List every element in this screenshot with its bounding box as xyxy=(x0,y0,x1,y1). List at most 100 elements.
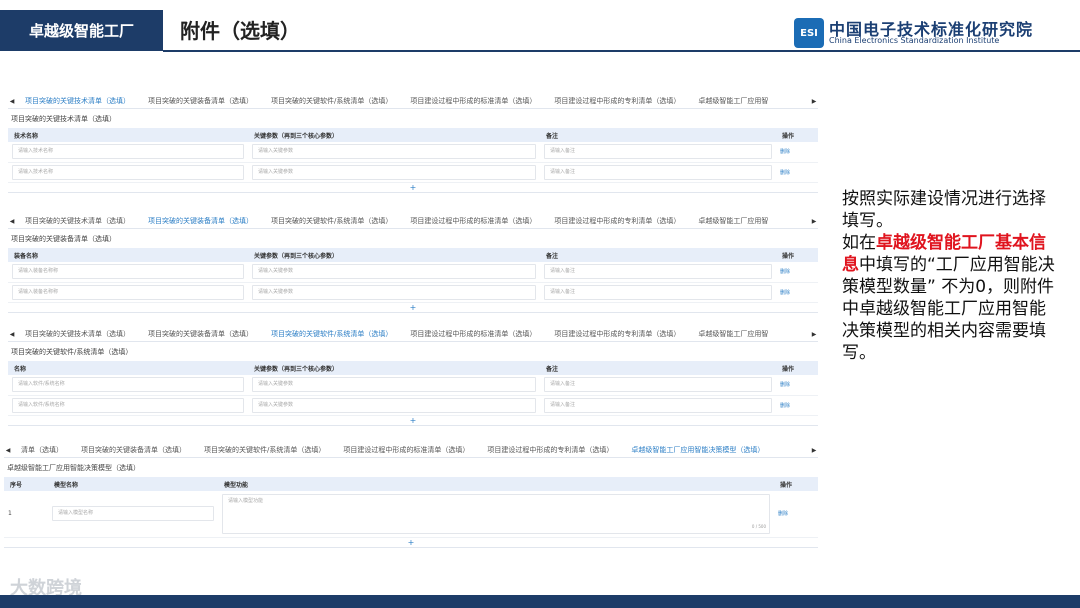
col-header: 技术名称 xyxy=(8,128,248,142)
note-part2: 如在 xyxy=(842,233,876,253)
add-row-button[interactable]: + xyxy=(8,416,818,426)
col-header: 操作 xyxy=(774,477,818,491)
equip-name-input[interactable]: 请输入装备名称称 xyxy=(12,264,244,280)
remark-input[interactable]: 请输入备注 xyxy=(544,144,772,160)
key-params-input[interactable]: 请输入关键参数 xyxy=(252,264,536,280)
tab-equip[interactable]: 项目突破的关键装备清单（选填） xyxy=(139,215,262,228)
note-part1: 按照实际建设情况进行选择填写。 xyxy=(842,189,1046,231)
tab-tech[interactable]: 清单（选填） xyxy=(12,444,72,457)
panel-equip: ◀ 项目突破的关键技术清单（选填） 项目突破的关键装备清单（选填） 项目突破的关… xyxy=(8,215,818,313)
instruction-note: 按照实际建设情况进行选择填写。 如在卓越级智能工厂基本信息中填写的“工厂应用智能… xyxy=(842,188,1056,364)
remark-input[interactable]: 请输入备注 xyxy=(544,284,772,300)
table-row: 请输入技术名称 请输入关键参数 请输入备注 删除 xyxy=(8,162,818,183)
col-header: 关键参数（再到三个核心参数） xyxy=(248,361,540,375)
delete-link[interactable]: 删除 xyxy=(780,382,790,388)
caret-left-icon[interactable]: ◀ xyxy=(8,98,16,105)
col-header: 备注 xyxy=(540,248,776,262)
caret-left-icon[interactable]: ◀ xyxy=(4,447,12,454)
caret-left-icon[interactable]: ◀ xyxy=(8,218,16,225)
tab-patent[interactable]: 项目建设过程中形成的专利清单（选填） xyxy=(478,444,622,457)
tab-standard[interactable]: 项目建设过程中形成的标准清单（选填） xyxy=(401,215,545,228)
key-params-input[interactable]: 请输入关键参数 xyxy=(252,144,536,160)
org-name-en: China Electronics Standardization Instit… xyxy=(829,36,1000,45)
tab-equip[interactable]: 项目突破的关键装备清单（选填） xyxy=(72,444,195,457)
esi-logo-icon: ESI xyxy=(794,18,824,48)
caret-right-icon[interactable]: ▶ xyxy=(810,98,818,105)
col-header: 操作 xyxy=(776,361,818,375)
model-function-placeholder: 请输入模型功能 xyxy=(228,497,264,504)
tab-model[interactable]: 卓越级智能工厂应用智 xyxy=(689,328,777,341)
tab-soft[interactable]: 项目突破的关键软件/系统清单（选填） xyxy=(262,215,401,228)
section-title: 项目突破的关键技术清单（选填） xyxy=(11,115,116,123)
col-header: 备注 xyxy=(540,361,776,375)
tab-bar: ◀ 项目突破的关键技术清单（选填） 项目突破的关键装备清单（选填） 项目突破的关… xyxy=(8,328,818,342)
caret-right-icon[interactable]: ▶ xyxy=(810,331,818,338)
tab-soft[interactable]: 项目突破的关键软件/系统清单（选填） xyxy=(262,95,401,108)
tab-tech[interactable]: 项目突破的关键技术清单（选填） xyxy=(16,95,139,108)
panel-model: ◀ 清单（选填） 项目突破的关键装备清单（选填） 项目突破的关键软件/系统清单（… xyxy=(4,444,818,548)
tab-standard[interactable]: 项目建设过程中形成的标准清单（选填） xyxy=(401,328,545,341)
delete-link[interactable]: 删除 xyxy=(780,170,790,176)
tab-equip[interactable]: 项目突破的关键装备清单（选填） xyxy=(139,328,262,341)
col-header: 序号 xyxy=(4,477,48,491)
tab-patent[interactable]: 项目建设过程中形成的专利清单（选填） xyxy=(545,215,689,228)
tab-model[interactable]: 卓越级智能工厂应用智 xyxy=(689,95,777,108)
page-title: 附件（选填） xyxy=(180,19,300,43)
col-header: 关键参数（再到三个核心参数） xyxy=(248,128,540,142)
tab-soft[interactable]: 项目突破的关键软件/系统清单（选填） xyxy=(262,328,402,341)
data-table: 技术名称 关键参数（再到三个核心参数） 备注 操作 请输入技术名称 请输入关键参… xyxy=(8,128,818,183)
section-title: 项目突破的关键装备清单（选填） xyxy=(11,235,116,243)
remark-input[interactable]: 请输入备注 xyxy=(544,377,772,393)
tab-tech[interactable]: 项目突破的关键技术清单（选填） xyxy=(16,328,139,341)
equip-name-input[interactable]: 请输入装备名称称 xyxy=(12,284,244,300)
remark-input[interactable]: 请输入备注 xyxy=(544,164,772,180)
table-row: 请输入软件/系统名称 请输入关键参数 请输入备注 删除 xyxy=(8,395,818,416)
software-name-input[interactable]: 请输入软件/系统名称 xyxy=(12,377,244,393)
table-row: 请输入软件/系统名称 请输入关键参数 请输入备注 删除 xyxy=(8,375,818,396)
section-label: 卓越级智能工厂 xyxy=(0,10,163,51)
delete-link[interactable]: 删除 xyxy=(780,149,790,155)
tab-equip[interactable]: 项目突破的关键装备清单（选填） xyxy=(139,95,262,108)
model-name-input[interactable]: 请输入模型名称 xyxy=(52,506,214,522)
tab-standard[interactable]: 项目建设过程中形成的标准清单（选填） xyxy=(401,95,545,108)
tab-bar: ◀ 清单（选填） 项目突破的关键装备清单（选填） 项目突破的关键软件/系统清单（… xyxy=(4,444,818,458)
add-row-button[interactable]: + xyxy=(8,183,818,193)
col-header: 装备名称 xyxy=(8,248,248,262)
remark-input[interactable]: 请输入备注 xyxy=(544,264,772,280)
col-header: 备注 xyxy=(540,128,776,142)
software-name-input[interactable]: 请输入软件/系统名称 xyxy=(12,397,244,413)
tab-model[interactable]: 卓越级智能工厂应用智 xyxy=(689,215,777,228)
footer-band xyxy=(0,595,1080,608)
tab-standard[interactable]: 项目建设过程中形成的标准清单（选填） xyxy=(334,444,478,457)
key-params-input[interactable]: 请输入关键参数 xyxy=(252,164,536,180)
add-row-button[interactable]: + xyxy=(8,303,818,313)
tech-name-input[interactable]: 请输入技术名称 xyxy=(12,164,244,180)
caret-left-icon[interactable]: ◀ xyxy=(8,331,16,338)
panel-software: ◀ 项目突破的关键技术清单（选填） 项目突破的关键装备清单（选填） 项目突破的关… xyxy=(8,328,818,426)
model-function-textarea[interactable]: 请输入模型功能 0 / 500 xyxy=(222,493,770,534)
panel-tech: ◀ 项目突破的关键技术清单（选填） 项目突破的关键装备清单（选填） 项目突破的关… xyxy=(8,95,818,193)
data-table: 名称 关键参数（再到三个核心参数） 备注 操作 请输入软件/系统名称 请输入关键… xyxy=(8,361,818,416)
caret-right-icon[interactable]: ▶ xyxy=(810,447,818,454)
delete-link[interactable]: 删除 xyxy=(780,269,790,275)
section-title: 项目突破的关键软件/系统清单（选填） xyxy=(11,348,133,356)
tab-tech[interactable]: 项目突破的关键技术清单（选填） xyxy=(16,215,139,228)
key-params-input[interactable]: 请输入关键参数 xyxy=(252,397,536,413)
col-header: 关键参数（再到三个核心参数） xyxy=(248,248,540,262)
tab-soft[interactable]: 项目突破的关键软件/系统清单（选填） xyxy=(195,444,334,457)
col-header: 名称 xyxy=(8,361,248,375)
add-row-button[interactable]: + xyxy=(4,538,818,548)
delete-link[interactable]: 删除 xyxy=(778,511,788,517)
tab-model[interactable]: 卓越级智能工厂应用智能决策模型（选填） xyxy=(622,444,774,457)
remark-input[interactable]: 请输入备注 xyxy=(544,397,772,413)
delete-link[interactable]: 删除 xyxy=(780,290,790,296)
data-table: 序号 模型名称 模型功能 操作 1 请输入模型名称 请输入模型功能 0 / 50… xyxy=(4,477,818,538)
key-params-input[interactable]: 请输入关键参数 xyxy=(252,284,536,300)
tech-name-input[interactable]: 请输入技术名称 xyxy=(12,144,244,160)
table-header: 装备名称 关键参数（再到三个核心参数） 备注 操作 xyxy=(8,248,818,262)
key-params-input[interactable]: 请输入关键参数 xyxy=(252,377,536,393)
tab-patent[interactable]: 项目建设过程中形成的专利清单（选填） xyxy=(545,95,689,108)
tab-patent[interactable]: 项目建设过程中形成的专利清单（选填） xyxy=(545,328,689,341)
caret-right-icon[interactable]: ▶ xyxy=(810,218,818,225)
delete-link[interactable]: 删除 xyxy=(780,403,790,409)
